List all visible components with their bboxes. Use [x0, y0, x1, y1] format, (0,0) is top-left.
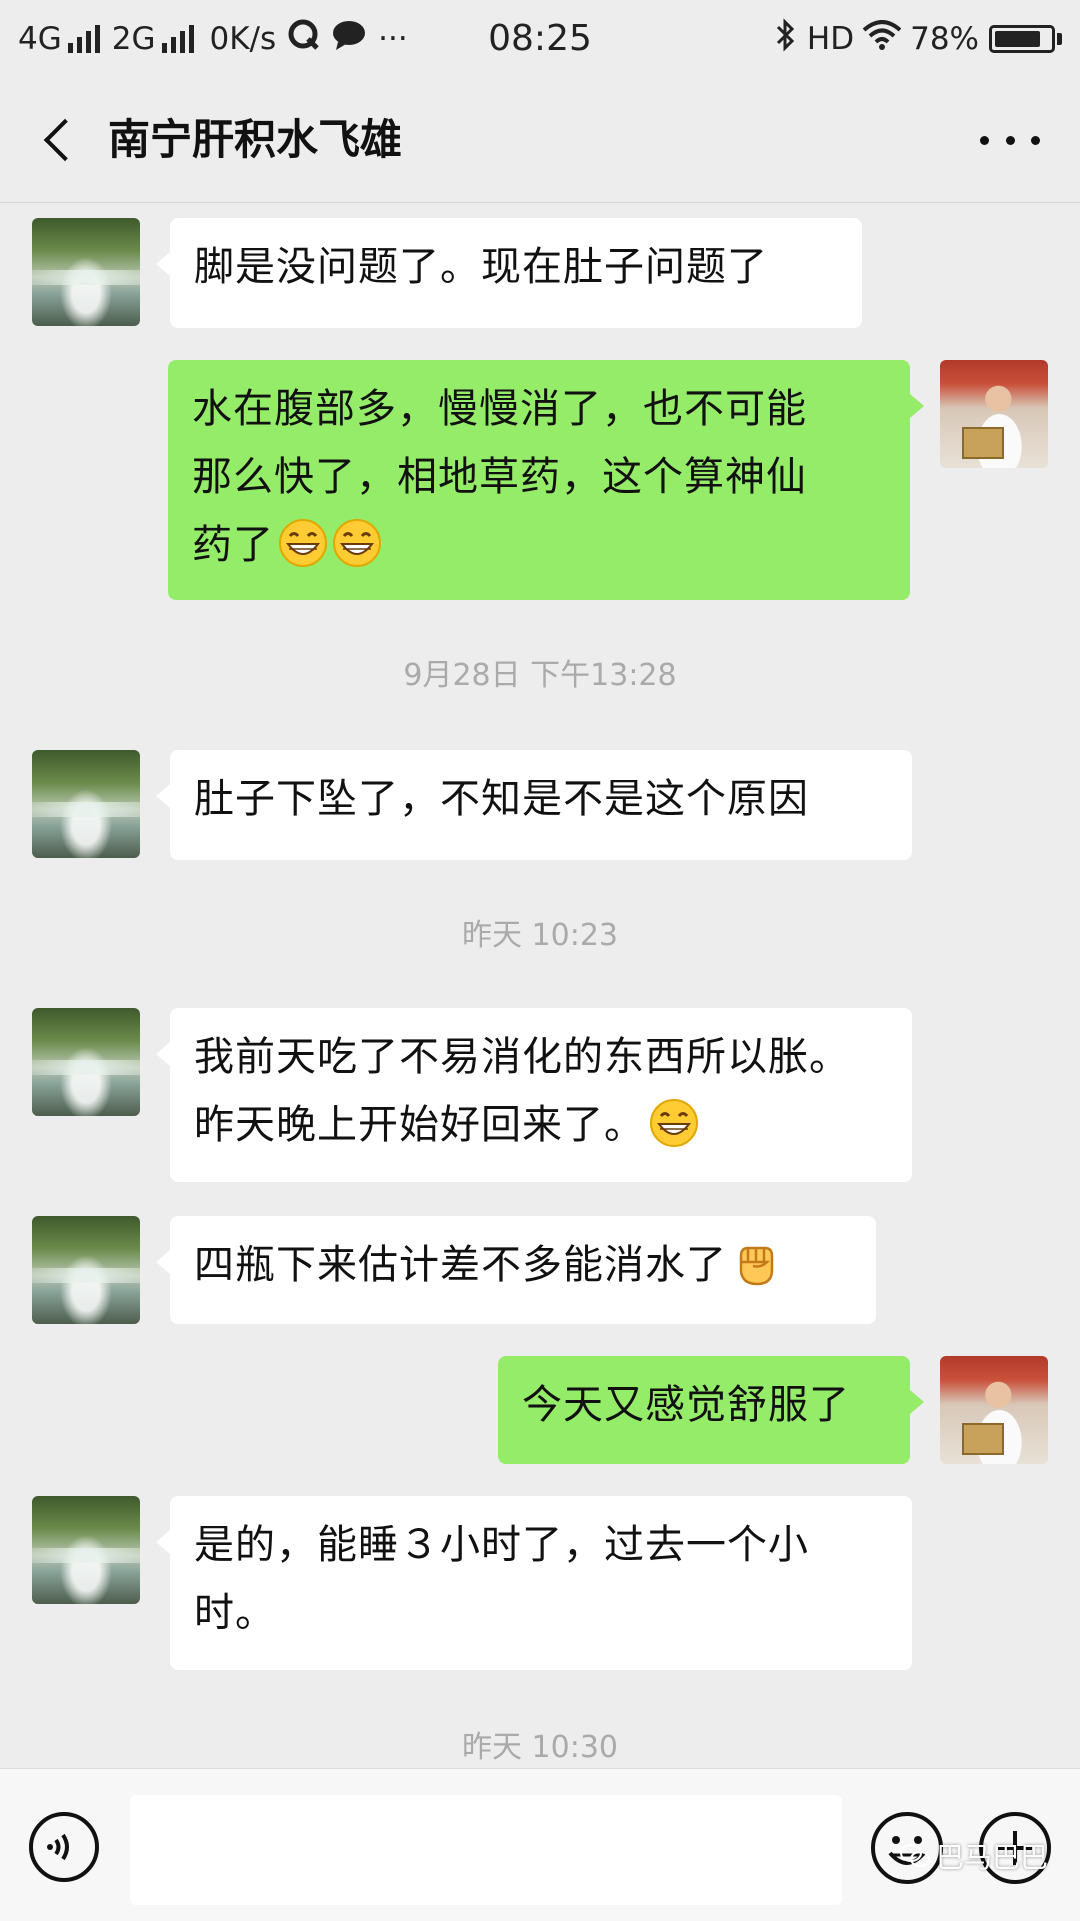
grin-emoji-icon	[279, 519, 327, 567]
wifi-icon	[862, 20, 902, 58]
message-line: 那么快了，相地草药，这个算神仙	[192, 454, 807, 500]
battery-percent: 78%	[910, 21, 979, 57]
battery-cap	[1057, 33, 1062, 45]
status-bar: 4G 2G 0K/s ··· 08:25 HD 78%	[0, 0, 1080, 78]
message-text: 肚子下坠了，不知是不是这个原因	[194, 776, 809, 822]
message-timestamp: 9月28日 下午13:28	[403, 658, 677, 693]
wechat-icon	[900, 1844, 930, 1867]
grin-emoji-icon	[333, 519, 381, 567]
watermark-text: 巴马巴巴	[936, 1841, 1049, 1874]
contact-avatar[interactable]	[32, 1008, 140, 1116]
back-chevron-icon[interactable]	[30, 110, 90, 170]
self-avatar[interactable]	[940, 1356, 1048, 1464]
contact-avatar[interactable]	[32, 750, 140, 858]
message-text: 四瓶下来估计差不多能消水了	[194, 1242, 727, 1288]
message-timestamp: 昨天 10:23	[462, 918, 618, 953]
self-avatar[interactable]	[940, 360, 1048, 468]
chat-title: 南宁肝积水飞雄	[108, 115, 403, 164]
message-line: 我前天吃了不易消化的东西所以胀。	[194, 1034, 850, 1080]
message-line: 时。	[194, 1590, 276, 1636]
contact-avatar[interactable]	[32, 1496, 140, 1604]
message-bubble-contact[interactable]: 脚是没问题了。现在肚子问题了	[156, 218, 862, 328]
message-bubble-contact[interactable]: 我前天吃了不易消化的东西所以胀。 昨天晚上开始好回来了。	[156, 1008, 912, 1182]
message-text: 脚是没问题了。现在肚子问题了	[194, 244, 768, 290]
fist-emoji-icon	[739, 1246, 774, 1286]
battery-icon	[989, 25, 1055, 53]
contact-avatar[interactable]	[32, 1216, 140, 1324]
watermark: 巴马巴巴	[900, 1836, 1078, 1876]
status-right: HD 78%	[775, 14, 1062, 64]
message-line: 昨天晚上开始好回来了。	[194, 1102, 645, 1148]
message-bubble-self[interactable]: 水在腹部多，慢慢消了，也不可能 那么快了，相地草药，这个算神仙 药了	[168, 360, 924, 600]
hd-indicator: HD	[806, 21, 855, 57]
message-line: 药了	[192, 522, 274, 568]
bluetooth-icon	[775, 18, 797, 60]
message-text: 今天又感觉舒服了	[522, 1382, 850, 1428]
message-bubble-self[interactable]: 今天又感觉舒服了	[498, 1356, 924, 1464]
message-line: 是的，能睡３小时了，过去一个小	[194, 1522, 809, 1568]
message-bubble-contact[interactable]: 四瓶下来估计差不多能消水了	[156, 1216, 876, 1324]
more-dots-icon[interactable]	[980, 120, 1040, 160]
message-line: 水在腹部多，慢慢消了，也不可能	[192, 386, 807, 432]
contact-avatar[interactable]	[32, 218, 140, 326]
message-bubble-contact[interactable]: 肚子下坠了，不知是不是这个原因	[156, 750, 912, 860]
message-bubble-contact[interactable]: 是的，能睡３小时了，过去一个小 时。	[156, 1496, 912, 1670]
chat-header: 南宁肝积水飞雄	[0, 78, 1080, 203]
message-input[interactable]	[130, 1795, 842, 1905]
message-timestamp: 昨天 10:30	[462, 1730, 618, 1765]
voice-icon[interactable]	[28, 1811, 100, 1883]
grin-emoji-icon	[650, 1099, 698, 1147]
